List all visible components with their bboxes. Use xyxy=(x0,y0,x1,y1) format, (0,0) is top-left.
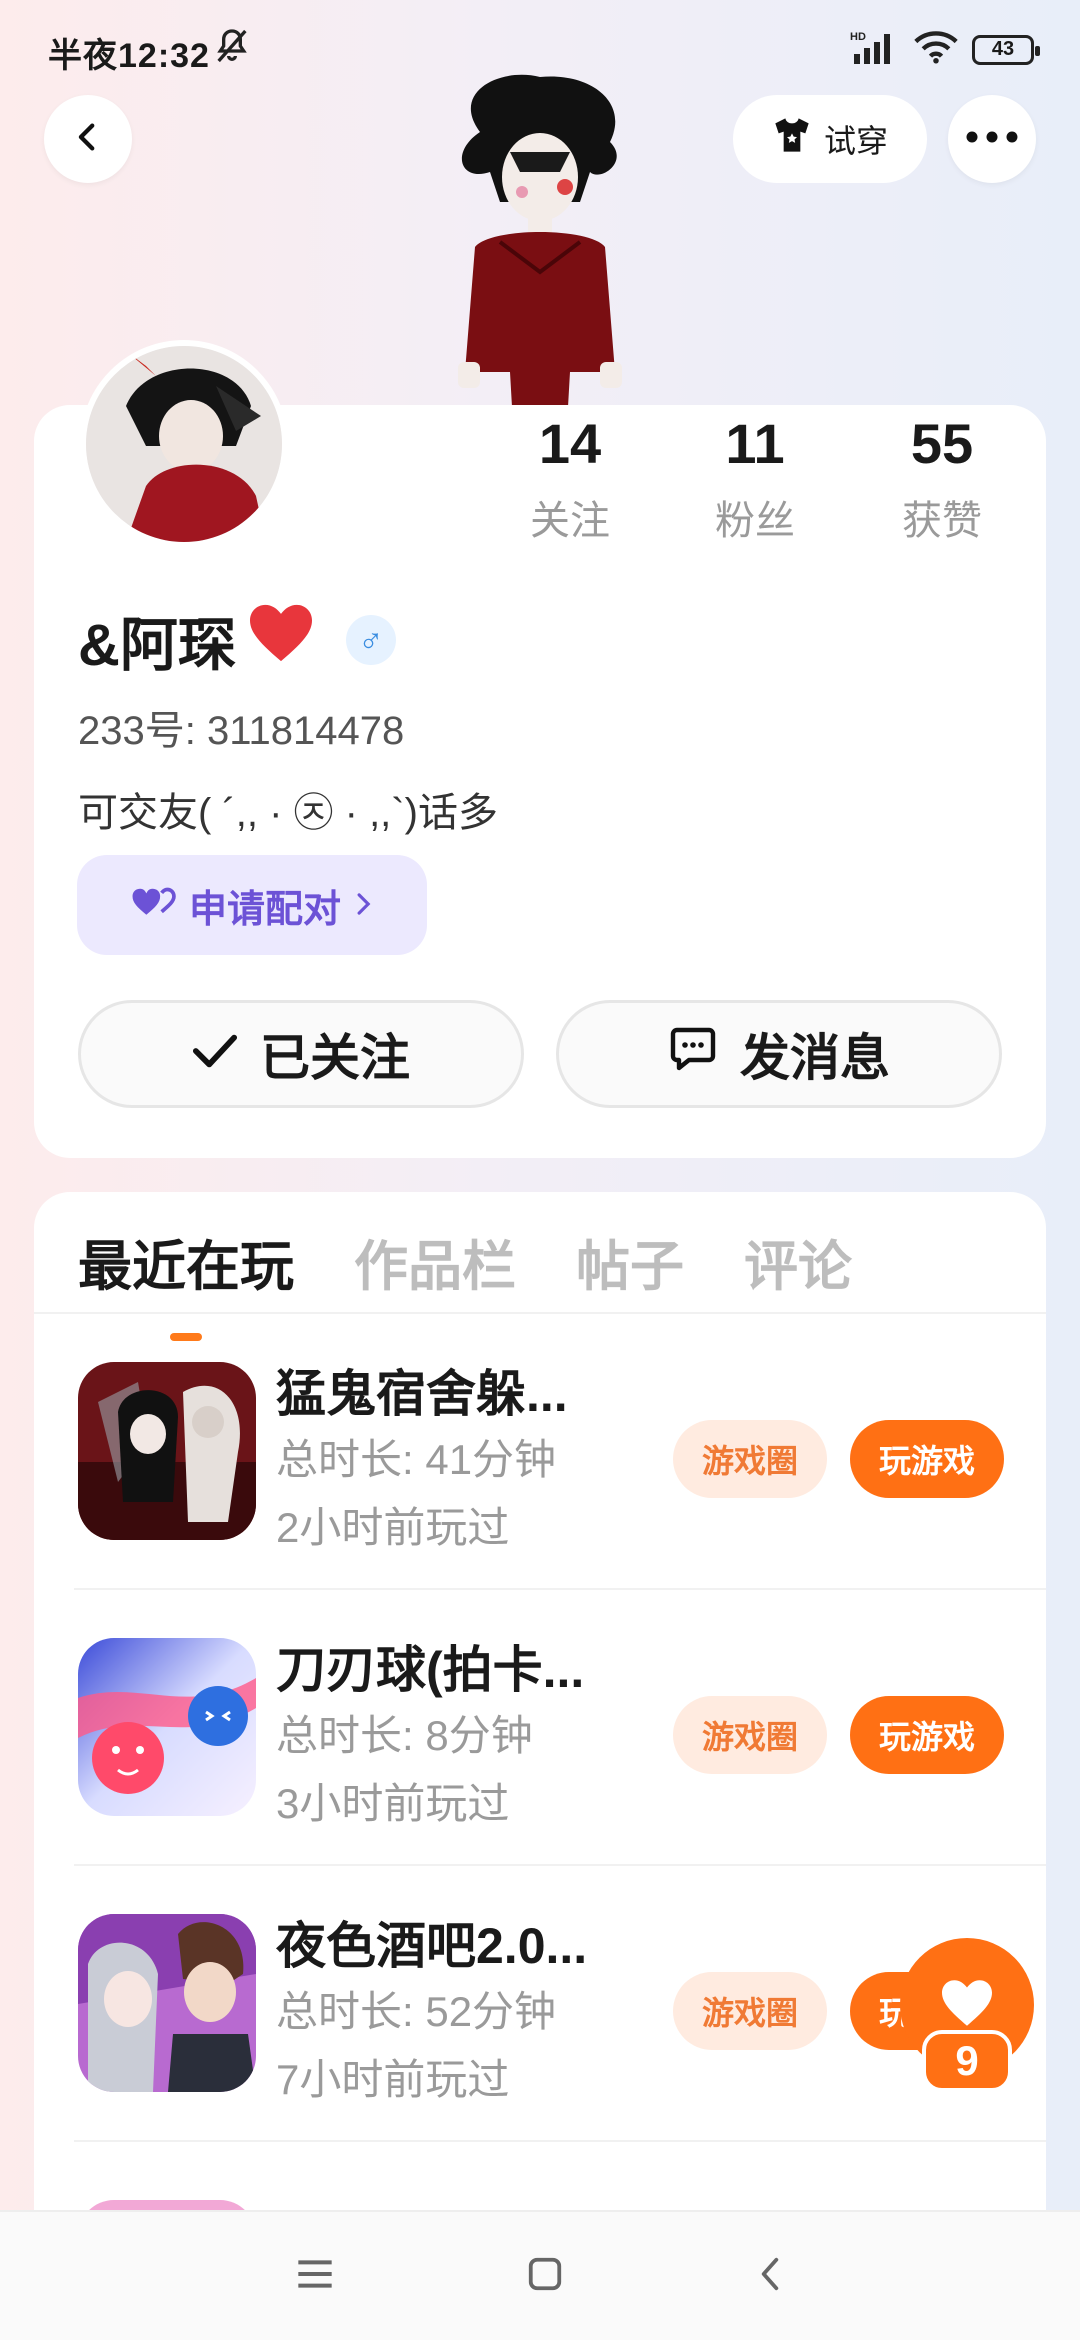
send-message-button[interactable]: 发消息 xyxy=(556,1000,1002,1108)
status-time: 半夜12:32 xyxy=(48,37,210,75)
game-duration: 总时长: 41分钟 xyxy=(276,1436,557,1483)
game-icon xyxy=(78,1362,256,1540)
like-count-badge: 9 xyxy=(922,2030,1012,2092)
hd-label: HD xyxy=(850,31,866,43)
followed-label: 已关注 xyxy=(260,1030,410,1086)
bio: 可交友( ´,, · ㉨ · ,,`)话多 xyxy=(78,791,498,835)
more-dots-icon xyxy=(966,130,1018,148)
game-duration: 总时长: 8分钟 xyxy=(276,1712,533,1759)
game-duration: 总时长: 52分钟 xyxy=(276,1988,557,2035)
game-icon xyxy=(78,1638,256,1816)
heart-icon xyxy=(939,1978,995,2033)
tab-recent-play[interactable]: 最近在玩 xyxy=(78,1222,294,1341)
games-card: 最近在玩 作品栏 帖子 评论 猛鬼宿舍躲... 总时长: 41分钟 2小时前玩过… xyxy=(34,1192,1046,2252)
pair-request-button[interactable]: 申请配对 xyxy=(77,855,427,955)
game-row[interactable]: 夜色酒吧2.0... 总时长: 52分钟 7小时前玩过 游戏圈 玩游戏 xyxy=(34,1866,1046,2142)
back-triangle-icon[interactable] xyxy=(755,2255,785,2298)
shirt-icon xyxy=(772,116,812,162)
check-icon xyxy=(192,1025,238,1083)
user-id: 233号: 311814478 xyxy=(78,709,405,753)
chevron-left-icon xyxy=(71,120,105,159)
double-heart-icon xyxy=(131,884,177,927)
stat-likes-label: 获赞 xyxy=(902,499,982,543)
chevron-right-icon xyxy=(353,884,373,927)
game-name: 猛鬼宿舍躲... xyxy=(276,1366,568,1422)
heart-emoji xyxy=(246,602,316,678)
game-circle-button[interactable]: 游戏圈 xyxy=(673,1696,827,1774)
tryon-button[interactable]: 试穿 xyxy=(733,95,927,183)
tryon-label: 试穿 xyxy=(823,123,888,159)
play-game-button[interactable]: 玩游戏 xyxy=(850,1420,1004,1498)
row-divider xyxy=(74,2140,1046,2142)
wifi-icon xyxy=(914,30,958,69)
stat-fans-value: 11 xyxy=(725,412,785,475)
gender-badge: ♂ xyxy=(345,615,396,665)
game-circle-button[interactable]: 游戏圈 xyxy=(673,1972,827,2050)
stat-fans[interactable]: 11 粉丝 xyxy=(680,412,830,546)
game-icon xyxy=(78,1914,256,2092)
chat-bubble-icon xyxy=(668,1024,718,1084)
profile-tabs: 最近在玩 作品栏 帖子 评论 xyxy=(78,1222,852,1341)
game-last-played: 3小时前玩过 xyxy=(276,1780,510,1827)
stat-following-label: 关注 xyxy=(530,499,610,543)
avatar-figure[interactable] xyxy=(440,72,640,407)
avatar[interactable] xyxy=(80,340,288,548)
tab-works[interactable]: 作品栏 xyxy=(354,1222,516,1301)
tab-posts[interactable]: 帖子 xyxy=(576,1222,684,1301)
signal-icon: HD xyxy=(850,30,900,69)
battery-icon: 43 xyxy=(972,34,1040,65)
stat-likes[interactable]: 55 获赞 xyxy=(867,412,1017,546)
stat-fans-label: 粉丝 xyxy=(715,499,795,543)
mute-icon xyxy=(212,26,252,71)
game-row[interactable]: 猛鬼宿舍躲... 总时长: 41分钟 2小时前玩过 游戏圈 玩游戏 xyxy=(34,1314,1046,1590)
battery-level: 43 xyxy=(991,38,1015,60)
send-message-label: 发消息 xyxy=(740,1030,890,1086)
back-button[interactable] xyxy=(44,95,132,183)
system-nav-bar xyxy=(0,2210,1080,2340)
home-square-icon[interactable] xyxy=(526,2255,564,2298)
game-last-played: 7小时前玩过 xyxy=(276,2056,510,2103)
stat-following[interactable]: 14 关注 xyxy=(495,412,645,546)
stat-following-value: 14 xyxy=(538,412,602,475)
play-game-button[interactable]: 玩游戏 xyxy=(850,1696,1004,1774)
game-last-played: 2小时前玩过 xyxy=(276,1504,510,1551)
game-row[interactable]: 刀刃球(拍卡... 总时长: 8分钟 3小时前玩过 游戏圈 玩游戏 xyxy=(34,1590,1046,1866)
more-button[interactable] xyxy=(948,95,1036,183)
game-circle-button[interactable]: 游戏圈 xyxy=(673,1420,827,1498)
followed-button[interactable]: 已关注 xyxy=(78,1000,524,1108)
game-name: 夜色酒吧2.0... xyxy=(276,1918,588,1974)
game-name: 刀刃球(拍卡... xyxy=(276,1642,585,1698)
nickname: &阿琛 ♂ xyxy=(78,598,396,682)
pair-request-label: 申请配对 xyxy=(188,888,341,931)
stat-likes-value: 55 xyxy=(910,412,974,475)
status-icons: HD 43 xyxy=(850,30,1040,69)
menu-icon[interactable] xyxy=(295,2257,335,2296)
nickname-text: &阿琛 xyxy=(78,613,236,678)
tab-comments[interactable]: 评论 xyxy=(744,1222,852,1301)
